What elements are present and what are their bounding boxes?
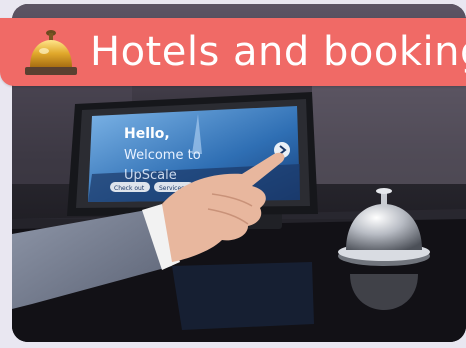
banner-title: Hotels and booking — [90, 29, 466, 75]
screen-button-1: Check out — [114, 185, 145, 192]
bellhop-bell-icon — [25, 30, 77, 75]
screen-brand-text: UpScale — [124, 168, 177, 183]
screen-welcome-text: Welcome to — [124, 148, 201, 163]
category-banner[interactable]: Hotels and booking — [0, 18, 466, 86]
screen-greeting: Hello, — [124, 126, 170, 142]
